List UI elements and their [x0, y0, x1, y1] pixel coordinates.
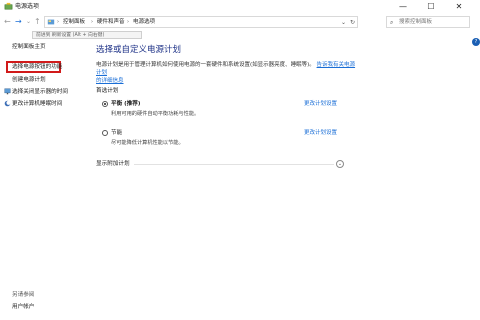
minimize-button[interactable]: — — [392, 0, 414, 13]
monitor-icon — [4, 88, 11, 95]
learn-more-link-cont[interactable]: 的详细信息 — [96, 78, 124, 84]
recent-chevron-icon[interactable]: ⌄ — [26, 16, 31, 28]
section-divider — [134, 164, 334, 165]
address-dropdown-icon[interactable]: ⌄ — [341, 17, 346, 28]
breadcrumb-power-options[interactable]: 电源选项 — [133, 17, 155, 28]
search-placeholder: 搜索控制面板 — [399, 19, 433, 25]
address-bar[interactable]: › 控制面板 › 硬件和声音 › 电源选项 ⌄ ↻ — [44, 16, 358, 28]
plan-balanced-radio[interactable] — [102, 101, 108, 107]
sleep-moon-icon — [4, 100, 11, 107]
plan-balanced-name: 平衡 (推荐) — [111, 101, 141, 107]
sidebar-item-display-off[interactable]: 选择关闭显示器的时间 — [12, 88, 68, 96]
sidebar-item-create-plan[interactable]: 创建电源计划 — [12, 76, 46, 84]
window-title: 电源选项 — [15, 3, 40, 10]
refresh-icon[interactable]: ↻ — [350, 17, 355, 28]
maximize-button[interactable]: ☐ — [420, 0, 442, 13]
plan-powersaver-radio[interactable] — [102, 130, 108, 136]
plan-balanced-desc: 利用可用的硬件自动平衡功耗与性能。 — [111, 111, 200, 117]
breadcrumb-separator: › — [57, 19, 59, 25]
breadcrumb-hardware-sound[interactable]: 硬件和声音 — [97, 17, 125, 28]
page-title: 选择或自定义电源计划 — [96, 45, 182, 55]
sidebar-item-power-button[interactable]: 选择电源按钮的功能 — [12, 63, 62, 71]
forward-tooltip: 前进到 刷新设置 (Alt + 向右键) — [32, 31, 142, 39]
close-button[interactable]: ✕ — [448, 0, 470, 13]
search-icon: ⌕ — [390, 19, 394, 26]
plan-powersaver-name: 节能 — [111, 130, 123, 136]
plan-balanced-settings-link[interactable]: 更改计划设置 — [304, 100, 337, 108]
help-icon[interactable]: ? — [472, 38, 480, 46]
page-description: 电源计划是用于管理计算机如何使用电源的一套硬件和系统设置(如显示器亮度、睡眠等)… — [96, 61, 356, 85]
see-also-title: 另请参阅 — [12, 292, 35, 298]
plan-powersaver-desc: 尽可能降低计算机性能以节能。 — [111, 140, 184, 146]
sidebar-home-link[interactable]: 控制面板主页 — [12, 43, 46, 51]
preferred-plans-label: 首选计划 — [96, 88, 119, 94]
sidebar-item-sleep-time[interactable]: 更改计算机睡眠时间 — [12, 100, 62, 108]
forward-arrow-icon[interactable]: → — [15, 16, 22, 28]
back-arrow-icon[interactable]: ← — [4, 16, 11, 28]
up-arrow-icon[interactable]: ↑ — [34, 16, 41, 28]
breadcrumb-control-panel[interactable]: 控制面板 — [63, 17, 85, 28]
breadcrumb-separator: › — [91, 19, 93, 25]
show-additional-plans-label[interactable]: 显示附加计划 — [96, 160, 130, 168]
plan-powersaver-settings-link[interactable]: 更改计划设置 — [304, 129, 337, 137]
control-panel-icon — [47, 19, 55, 25]
search-input[interactable]: ⌕ 搜索控制面板 — [386, 16, 470, 28]
see-also-user-accounts[interactable]: 用户帐户 — [12, 303, 34, 311]
power-options-icon — [4, 2, 13, 10]
breadcrumb-separator: › — [127, 19, 129, 25]
description-text: 电源计划是用于管理计算机如何使用电源的一套硬件和系统设置(如显示器亮度、睡眠等)… — [96, 62, 315, 68]
expand-chevron-icon[interactable]: ⌄ — [336, 160, 344, 168]
